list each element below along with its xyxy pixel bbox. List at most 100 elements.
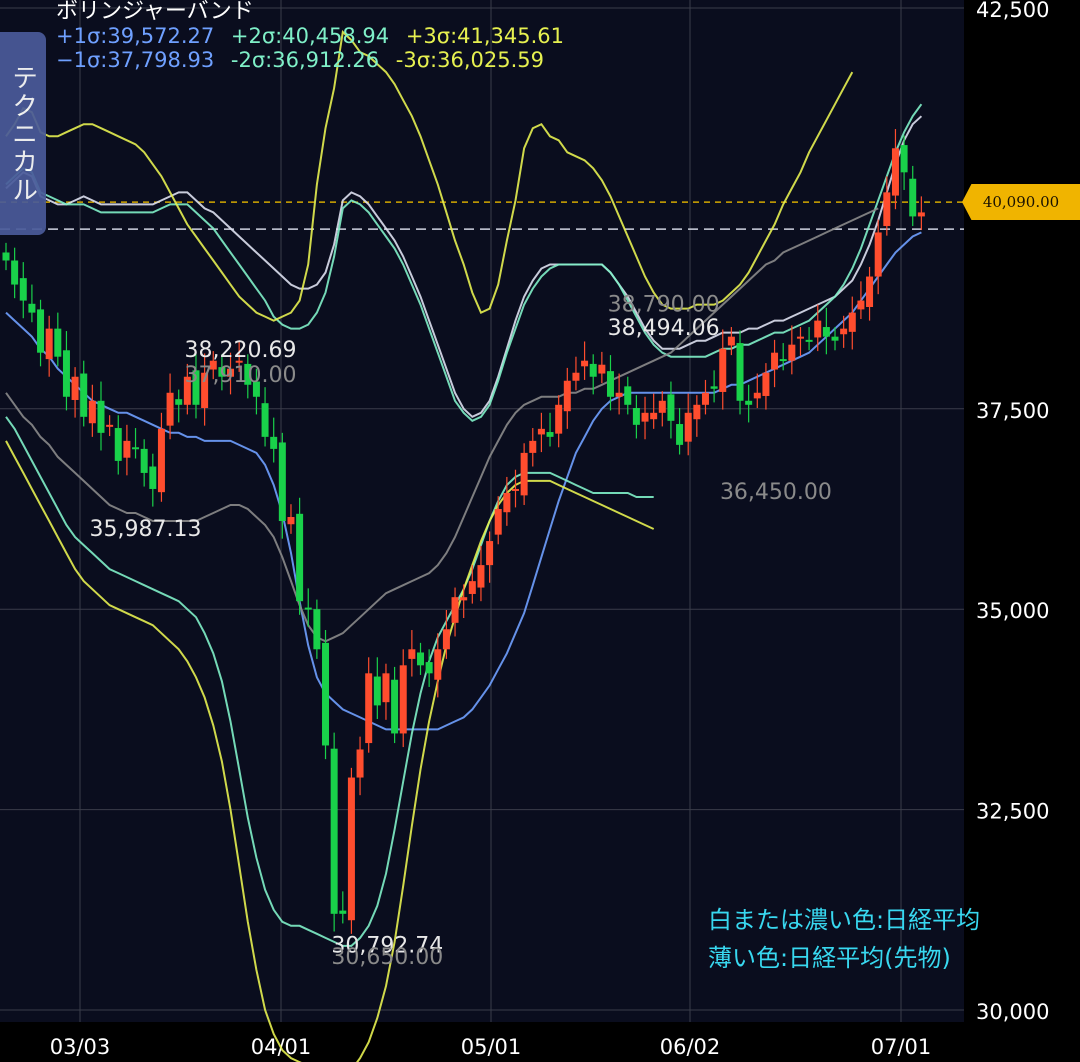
candle-body xyxy=(641,412,649,422)
candle-body xyxy=(28,303,36,313)
annotation-label: 38,494.06 xyxy=(608,316,720,341)
y-tick-label: 37,500 xyxy=(976,399,1049,423)
candle-body xyxy=(19,278,27,301)
candle-body xyxy=(460,597,468,601)
candle-body xyxy=(391,679,399,734)
annotation-label: 37,910.00 xyxy=(185,363,297,388)
candle-body xyxy=(891,148,899,196)
annotation-label: 30,650.00 xyxy=(331,945,443,970)
x-tick-label: 05/01 xyxy=(461,1035,522,1059)
candle-body xyxy=(788,344,796,361)
legend-row-upper: +1σ:39,572.27 +2σ:40,458.94 +3σ:41,345.6… xyxy=(56,24,574,48)
candle-body xyxy=(477,565,485,588)
candle-body xyxy=(805,339,813,342)
x-tick-label: 07/01 xyxy=(871,1035,932,1059)
candle-body xyxy=(45,328,53,360)
candle-body xyxy=(632,407,640,425)
y-tick-label: 35,000 xyxy=(976,599,1049,623)
candle-body xyxy=(857,300,865,310)
candle-body xyxy=(537,428,545,435)
indicator-title: ボリンジャーバンド xyxy=(56,0,254,24)
candle-body xyxy=(399,665,407,734)
candle-body xyxy=(494,509,502,535)
legend-row-lower: −1σ:37,798.93 -2σ:36,912.26 -3σ:36,025.5… xyxy=(56,48,574,72)
candle-body xyxy=(365,673,373,744)
band-plus1-label: +1σ:39,572.27 xyxy=(56,24,215,48)
candle-body xyxy=(796,336,804,339)
note-line-2: 薄い色:日経平均(先物) xyxy=(708,944,951,972)
candle-body xyxy=(615,392,623,397)
candle-body xyxy=(157,428,165,493)
candle-body xyxy=(727,336,735,346)
candle-body xyxy=(693,404,701,420)
band-minus3-label: -3σ:36,025.59 xyxy=(395,48,544,72)
technical-tab[interactable]: テクニカル xyxy=(0,32,46,235)
candle-body xyxy=(779,359,787,362)
candle-body xyxy=(520,452,528,496)
candle-body xyxy=(684,412,692,442)
candle-body xyxy=(270,436,278,449)
candle-body xyxy=(676,424,684,445)
candle-body xyxy=(563,380,571,412)
band-plus2-label: +2σ:40,458.94 xyxy=(230,24,390,48)
candle-body xyxy=(166,392,174,426)
candle-body xyxy=(261,403,269,437)
candle-body xyxy=(667,394,675,421)
candle-body xyxy=(80,373,88,417)
note-line-1: 白または濃い色:日経平均 xyxy=(708,906,981,934)
band-plus3-label: +3σ:41,345.61 xyxy=(405,24,565,48)
candle-body xyxy=(831,336,839,341)
candle-body xyxy=(408,649,416,659)
band-minus1-label: −1σ:37,798.93 xyxy=(56,48,215,72)
candle-body xyxy=(762,372,770,396)
current-price-tag: 40,090.00 xyxy=(962,184,1080,220)
candle-body xyxy=(883,192,891,227)
candle-body xyxy=(88,400,96,424)
candle-body xyxy=(581,360,589,367)
annotation-label: 36,450.00 xyxy=(720,480,832,505)
candle-body xyxy=(54,328,62,357)
candle-body xyxy=(62,350,70,397)
candle-body xyxy=(624,386,632,405)
candle-body xyxy=(589,363,597,377)
candle-body xyxy=(347,777,355,921)
candle-body xyxy=(650,412,658,420)
candle-body xyxy=(175,399,183,405)
candle-body xyxy=(373,676,381,706)
candle-body xyxy=(658,400,666,413)
candle-body xyxy=(304,607,312,610)
annotation-label: 38,790.00 xyxy=(608,292,720,317)
candle-body xyxy=(598,364,606,374)
candle-body xyxy=(710,386,718,389)
candle-body xyxy=(822,327,830,337)
candle-body xyxy=(701,392,709,405)
y-tick-label: 42,500 xyxy=(976,0,1049,22)
x-tick-label: 06/02 xyxy=(660,1035,721,1059)
y-axis-background xyxy=(964,0,1080,1062)
candle-body xyxy=(417,652,425,666)
candle-body xyxy=(114,428,122,461)
candle-body xyxy=(753,392,761,399)
candle-body xyxy=(71,376,79,400)
candle-body xyxy=(736,343,744,401)
candle-body xyxy=(451,597,459,623)
candle-body xyxy=(313,609,321,650)
annotation-label: 38,220.69 xyxy=(185,338,297,363)
candle-body xyxy=(149,466,157,489)
candle-body xyxy=(874,232,882,277)
candle-body xyxy=(37,309,45,353)
candle-body xyxy=(572,372,580,381)
candle-body xyxy=(339,910,347,914)
technical-tab-label: テクニカル xyxy=(7,63,38,204)
candle-body xyxy=(529,440,537,453)
candle-body xyxy=(814,320,822,338)
candle-body xyxy=(848,312,856,332)
candle-body xyxy=(97,400,105,433)
candle-body xyxy=(719,348,727,392)
candle-body xyxy=(382,673,390,703)
annotation-label: 35,987.13 xyxy=(90,517,202,542)
candle-body xyxy=(606,371,614,397)
band-minus2-label: -2σ:36,912.26 xyxy=(230,48,380,72)
candle-body xyxy=(840,328,848,335)
candle-body xyxy=(322,642,330,746)
